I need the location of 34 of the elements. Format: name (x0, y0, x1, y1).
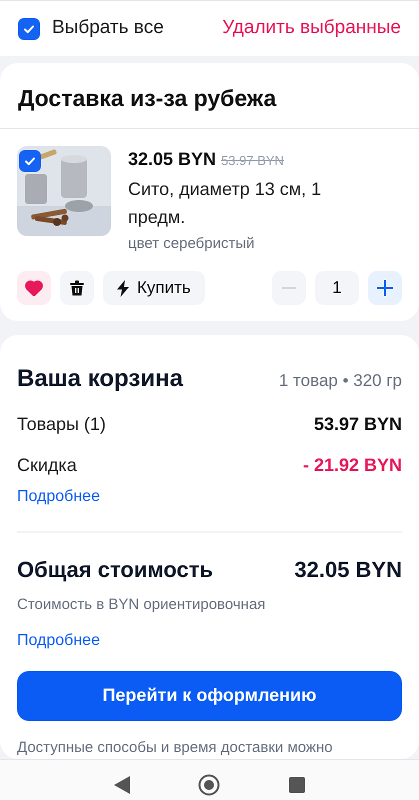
delete-button[interactable] (60, 271, 94, 305)
favorite-button[interactable] (17, 271, 51, 305)
total-value: 32.05 BYN (294, 556, 402, 584)
item-price: 32.05 BYN (128, 148, 216, 170)
select-all-label[interactable]: Выбрать все (52, 14, 164, 43)
summary-label: Скидка (17, 454, 77, 477)
price-note: Стоимость в BYN ориентировочная (17, 595, 266, 615)
lightning-icon (117, 280, 129, 296)
details-link[interactable]: Подробнее (17, 628, 100, 652)
summary-value: 53.97 BYN (314, 413, 402, 436)
checkbox[interactable] (18, 18, 40, 40)
heart-icon (25, 280, 43, 296)
item-old-price: 53.97 BYN (221, 152, 284, 170)
summary-value: - 21.92 BYN (302, 454, 402, 477)
details-link[interactable]: Подробнее (17, 485, 100, 509)
plus-icon (377, 280, 393, 296)
total-label: Общая стоимость (17, 556, 214, 584)
item-variant: цвет серебристый (128, 234, 256, 254)
home-icon[interactable] (198, 774, 220, 796)
section-title: Доставка из-за рубежа (18, 85, 276, 111)
cart-meta: 1 товар • 320 гр (278, 370, 402, 392)
checkbox[interactable] (19, 150, 41, 172)
summary-label: Товары (1) (17, 413, 106, 436)
buy-button[interactable]: Купить (103, 271, 205, 305)
checkout-button[interactable]: Перейти к оформлению (17, 670, 402, 720)
cart-title: Ваша корзина (17, 364, 183, 394)
back-icon[interactable] (114, 776, 130, 794)
recents-icon[interactable] (288, 776, 305, 792)
increase-button[interactable] (368, 271, 402, 305)
delivery-note: Доступные способы и время доставки можно (17, 738, 334, 758)
quantity-field[interactable]: 1 (315, 271, 359, 305)
trash-icon (70, 280, 84, 296)
item-name[interactable]: Сито, диаметр 13 см, 1 предм. (128, 174, 358, 230)
delete-selected-link[interactable]: Удалить выбранные (222, 14, 401, 43)
